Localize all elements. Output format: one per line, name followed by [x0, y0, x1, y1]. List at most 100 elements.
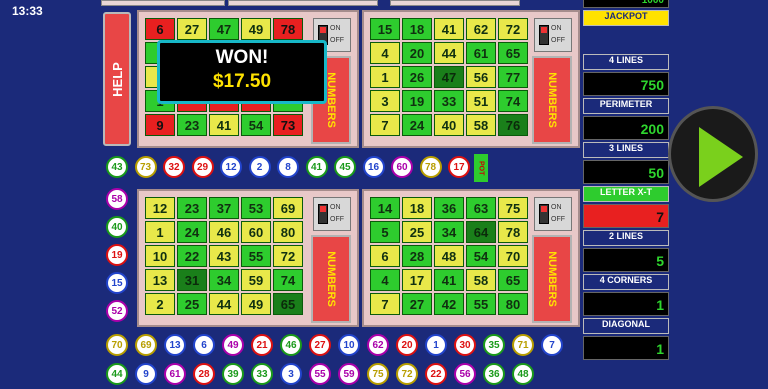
drawn-ball: 20	[396, 334, 418, 356]
paytable-value: 750	[583, 72, 669, 96]
card-toggle-switch[interactable]: ON OFF	[534, 18, 572, 52]
card-cell: 22	[177, 245, 207, 267]
card-cell: 69	[273, 197, 303, 219]
card-cell: 74	[498, 90, 528, 112]
numbers-button-label: NUMBERS	[546, 251, 558, 307]
bingo-card-3[interactable]: 12 23 37 53 69 1 24 46 60 80 10 22 43 55 72 13 31 34 59 74 2…	[137, 189, 359, 327]
drawn-ball: 62	[367, 334, 389, 356]
paytable-value: 1	[583, 292, 669, 316]
help-button[interactable]: HELP	[103, 12, 131, 146]
drawn-ball: 19	[106, 244, 128, 266]
drawn-ball: 75	[367, 363, 389, 385]
card-cell: 47	[434, 66, 464, 88]
drawn-ball: 28	[193, 363, 215, 385]
paytable-label: JACKPOT	[583, 10, 669, 26]
paytable-top-value: 1000	[583, 0, 669, 8]
toggle-off-label: OFF	[330, 216, 344, 223]
paytable-value: 5	[583, 248, 669, 272]
drawn-ball: 56	[454, 363, 476, 385]
card-cell: 65	[273, 293, 303, 315]
card-cell: 37	[209, 197, 239, 219]
drawn-ball: 60	[391, 156, 413, 178]
card-cell: 27	[402, 293, 432, 315]
drawn-ball: 32	[163, 156, 185, 178]
status-time: 13:33	[12, 4, 43, 18]
card-cell: 72	[498, 18, 528, 40]
card-cell: 72	[273, 245, 303, 267]
drawn-ball: 46	[280, 334, 302, 356]
drawn-ball: 7	[541, 334, 563, 356]
card-grid: 14 18 36 63 75 5 25 34 64 78 6 28 48 54 70 4 17 41 58 65 7 27…	[370, 197, 528, 315]
drawn-ball: 55	[309, 363, 331, 385]
numbers-button[interactable]: NUMBERS	[311, 235, 351, 323]
card-cell: 76	[498, 114, 528, 136]
card-cell: 60	[241, 221, 271, 243]
card-cell: 28	[402, 245, 432, 267]
drawn-ball: 44	[106, 363, 128, 385]
card-cell: 7	[370, 114, 400, 136]
drawn-ball: 41	[305, 156, 328, 178]
card-cell: 46	[209, 221, 239, 243]
switch-icon	[539, 25, 549, 45]
bingo-card-4[interactable]: 14 18 36 63 75 5 25 34 64 78 6 28 48 54 70 4 17 41 58 65 7 27…	[362, 189, 580, 327]
drawn-ball: 2	[248, 156, 271, 178]
drawn-ball: 22	[425, 363, 447, 385]
drawn-ball: 39	[222, 363, 244, 385]
drawn-ball: 15	[106, 272, 128, 294]
card-cell: 17	[402, 269, 432, 291]
card-cell: 43	[209, 245, 239, 267]
numbers-button[interactable]: NUMBERS	[532, 235, 572, 323]
card-cell: 41	[209, 114, 239, 136]
drawn-ball: 73	[134, 156, 157, 178]
card-cell: 58	[466, 269, 496, 291]
drawn-ball: 43	[106, 156, 128, 178]
drawn-ball: 58	[106, 188, 128, 210]
paytable-label: 2 LINES	[583, 230, 669, 246]
card-toggle-switch[interactable]: ON OFF	[534, 197, 572, 231]
win-amount: $17.50	[212, 71, 272, 92]
drawn-ball: 36	[483, 363, 505, 385]
card-cell: 51	[466, 90, 496, 112]
bingo-card-2[interactable]: 15 18 41 62 72 4 20 44 61 65 1 26 47 56 77 3 19 33 51 74 7 24…	[362, 10, 580, 148]
numbers-button[interactable]: NUMBERS	[532, 56, 572, 144]
drawn-ball: 49	[222, 334, 244, 356]
card-toggle-switch[interactable]: ON OFF	[313, 197, 351, 231]
card-cell: 54	[241, 114, 271, 136]
drawn-ball: 6	[193, 334, 215, 356]
numbers-button-label: NUMBERS	[546, 72, 558, 128]
card-cell: 6	[370, 245, 400, 267]
drawn-ball: 33	[251, 363, 273, 385]
drawn-ball: 3	[280, 363, 302, 385]
card-cell: 78	[498, 221, 528, 243]
toggle-off-label: OFF	[330, 37, 344, 44]
toggle-off-label: OFF	[551, 216, 565, 223]
drawn-ball: 45	[334, 156, 356, 178]
card-grid: 12 23 37 53 69 1 24 46 60 80 10 22 43 55 72 13 31 34 59 74 2…	[145, 197, 303, 315]
card-cell: 13	[145, 269, 175, 291]
drawn-ball: 9	[135, 363, 157, 385]
card-cell: 55	[466, 293, 496, 315]
win-title: WON!	[215, 47, 269, 68]
drawn-ball: 72	[396, 363, 418, 385]
toggle-on-label: ON	[330, 204, 341, 211]
card-cell: 9	[145, 114, 175, 136]
card-cell: 36	[434, 197, 464, 219]
card-cell: 26	[402, 66, 432, 88]
card-cell: 78	[273, 18, 303, 40]
card-cell: 80	[273, 221, 303, 243]
drawn-ball: 61	[164, 363, 186, 385]
card-cell: 49	[241, 18, 271, 40]
card-cell: 58	[466, 114, 496, 136]
card-cell: 27	[177, 18, 207, 40]
card-cell: 24	[402, 114, 432, 136]
card-cell: 53	[241, 197, 271, 219]
card-cell: 55	[241, 245, 271, 267]
card-cell: 12	[145, 197, 175, 219]
card-cell: 24	[177, 221, 207, 243]
play-icon[interactable]	[668, 106, 758, 202]
card-cell: 4	[370, 42, 400, 64]
card-cell: 18	[402, 197, 432, 219]
switch-icon	[318, 204, 328, 224]
card-cell: 77	[498, 66, 528, 88]
pot-label: POT	[474, 154, 488, 182]
